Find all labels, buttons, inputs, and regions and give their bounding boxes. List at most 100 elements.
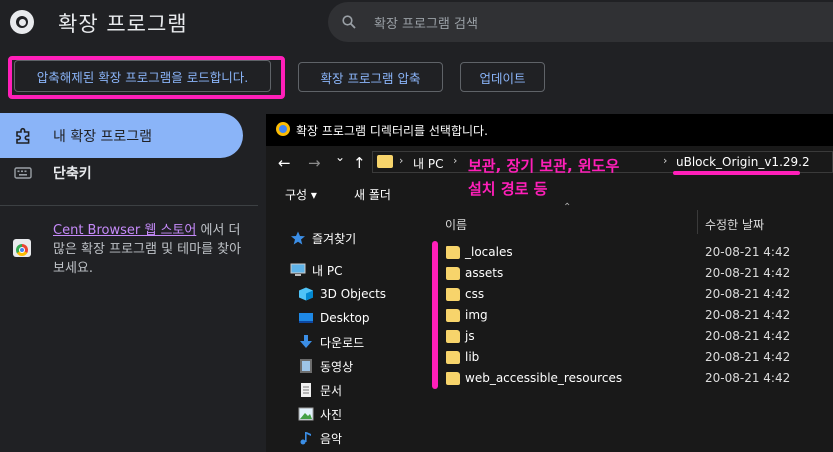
folder-icon — [446, 351, 460, 364]
file-row[interactable]: web_accessible_resources 20-08-21 4:42 — [446, 368, 833, 389]
file-name: web_accessible_resources — [465, 371, 623, 385]
file-name: js — [465, 329, 475, 343]
picture-icon — [298, 407, 314, 421]
chrome-logo-icon — [10, 10, 34, 34]
sidebar: 내 확장 프로그램 단축키 Cent Browser 웹 스토어 에서 더 많은… — [0, 108, 258, 452]
breadcrumb-separator-icon: › — [453, 154, 458, 167]
update-button[interactable]: 업데이트 — [460, 62, 545, 92]
breadcrumb-separator-icon: › — [663, 154, 668, 167]
file-date: 20-08-21 4:42 — [705, 266, 791, 280]
download-icon — [300, 335, 312, 348]
nav-item-desktop[interactable]: Desktop — [298, 308, 370, 328]
nav-item-label: 3D Objects — [320, 287, 387, 301]
breadcrumb-separator-icon: › — [399, 154, 404, 167]
search-box[interactable]: 확장 프로그램 검색 — [328, 2, 833, 42]
nav-item-label: Desktop — [320, 311, 370, 325]
column-header-name[interactable]: 이름 — [445, 216, 467, 233]
folder-icon — [446, 246, 460, 259]
file-row[interactable]: img 20-08-21 4:42 — [446, 305, 833, 326]
folder-icon — [446, 309, 460, 322]
pc-icon — [290, 263, 306, 276]
annotation-bracket — [432, 241, 438, 389]
file-name: img — [465, 308, 488, 322]
annotation-text-line1: 보관, 장기 보관, 윈도우 — [468, 157, 620, 175]
nav-item-label: 음악 — [320, 431, 343, 446]
folder-icon — [377, 155, 393, 168]
sidebar-item-shortcuts[interactable]: 단축키 — [0, 150, 243, 195]
dialog-title: 확장 프로그램 디렉터리를 선택합니다. — [296, 124, 488, 138]
keyboard-icon — [14, 167, 32, 179]
sidebar-item-label: 단축키 — [53, 165, 92, 182]
back-arrow-icon[interactable]: ← — [278, 154, 291, 172]
cube-icon — [299, 287, 313, 301]
breadcrumb-my-pc[interactable]: 내 PC — [413, 155, 443, 172]
nav-item-label: 다운로드 — [320, 335, 365, 350]
header-bar: 확장 프로그램 확장 프로그램 검색 — [0, 0, 833, 46]
desktop-icon — [299, 313, 313, 323]
nav-item-music[interactable]: 음악 — [298, 428, 342, 448]
file-name: css — [465, 287, 485, 301]
nav-item-label: 문서 — [320, 383, 343, 398]
file-date: 20-08-21 4:42 — [705, 287, 791, 301]
star-icon — [291, 231, 305, 245]
file-name: _locales — [465, 245, 513, 259]
nav-item-label: 즐겨찾기 — [312, 231, 357, 246]
file-date: 20-08-21 4:42 — [705, 371, 791, 385]
web-store-promo: Cent Browser 웹 스토어 에서 더 많은 확장 프로그램 및 테마를… — [53, 221, 243, 278]
page-title: 확장 프로그램 — [58, 12, 188, 36]
up-arrow-icon[interactable]: ↑ — [353, 154, 366, 172]
nav-item-3d-objects[interactable]: 3D Objects — [298, 284, 386, 304]
annotation-text-line2: 설치 경로 등 — [468, 180, 548, 198]
file-row[interactable]: css 20-08-21 4:42 — [446, 284, 833, 305]
file-date: 20-08-21 4:42 — [705, 350, 791, 364]
dialog-titlebar[interactable]: 확장 프로그램 디렉터리를 선택합니다. — [266, 114, 833, 146]
file-date: 20-08-21 4:42 — [705, 329, 791, 343]
nav-item-quick-access[interactable]: 즐겨찾기 — [290, 228, 356, 248]
folder-icon — [446, 330, 460, 343]
document-icon — [301, 383, 311, 397]
sidebar-item-label: 내 확장 프로그램 — [53, 128, 153, 145]
breadcrumb-ublock-folder[interactable]: uBlock_Origin_v1.29.2 — [676, 155, 810, 169]
folder-icon — [446, 267, 460, 280]
new-folder-button[interactable]: 새 폴더 — [354, 186, 391, 203]
column-separator[interactable] — [697, 210, 698, 234]
web-store-icon — [13, 239, 31, 257]
file-date: 20-08-21 4:42 — [705, 245, 791, 259]
annotation-underline — [673, 171, 800, 175]
file-row[interactable]: lib 20-08-21 4:42 — [446, 347, 833, 368]
column-header-modified[interactable]: 수정한 날짜 — [705, 216, 764, 233]
organize-button[interactable]: 구성 ▾ — [285, 186, 317, 203]
sort-ascending-caret-icon: ⌃ — [563, 202, 572, 213]
recent-locations-chevron-icon[interactable]: ⌄ — [335, 150, 345, 164]
nav-item-pictures[interactable]: 사진 — [298, 404, 342, 424]
file-name: lib — [465, 350, 480, 364]
file-row[interactable]: _locales 20-08-21 4:42 — [446, 242, 833, 263]
browser-app-icon — [276, 122, 290, 136]
nav-item-videos[interactable]: 동영상 — [298, 356, 353, 376]
music-icon — [300, 432, 311, 445]
dialog-command-bar: 구성 ▾ 새 폴더 — [266, 178, 833, 208]
forward-arrow-icon[interactable]: → — [308, 154, 321, 172]
nav-item-label: 사진 — [320, 407, 343, 422]
nav-item-downloads[interactable]: 다운로드 — [298, 332, 364, 352]
file-list-pane: ⌃ 이름 수정한 날짜 _locales 20-08-21 4:42 assets… — [426, 202, 833, 452]
web-store-link[interactable]: Cent Browser 웹 스토어 — [53, 223, 196, 238]
folder-icon — [446, 372, 460, 385]
file-row[interactable]: assets 20-08-21 4:42 — [446, 263, 833, 284]
sidebar-divider — [0, 205, 258, 206]
highlight-box-load-unpacked — [8, 56, 285, 99]
search-input[interactable]: 확장 프로그램 검색 — [374, 13, 478, 32]
nav-item-label: 내 PC — [312, 263, 343, 278]
video-icon — [300, 359, 312, 373]
puzzle-icon — [16, 127, 30, 144]
folder-icon — [446, 288, 460, 301]
navigation-pane: 즐겨찾기 내 PC 3D Objects Desktop 다운로드 동영상 문서 — [266, 208, 426, 452]
file-name: assets — [465, 266, 504, 280]
nav-item-documents[interactable]: 문서 — [298, 380, 342, 400]
nav-item-label: 동영상 — [320, 359, 354, 374]
nav-item-my-pc[interactable]: 내 PC — [290, 260, 342, 280]
pack-extension-button[interactable]: 확장 프로그램 압축 — [298, 62, 443, 92]
search-icon — [342, 15, 356, 29]
file-date: 20-08-21 4:42 — [705, 308, 791, 322]
file-row[interactable]: js 20-08-21 4:42 — [446, 326, 833, 347]
